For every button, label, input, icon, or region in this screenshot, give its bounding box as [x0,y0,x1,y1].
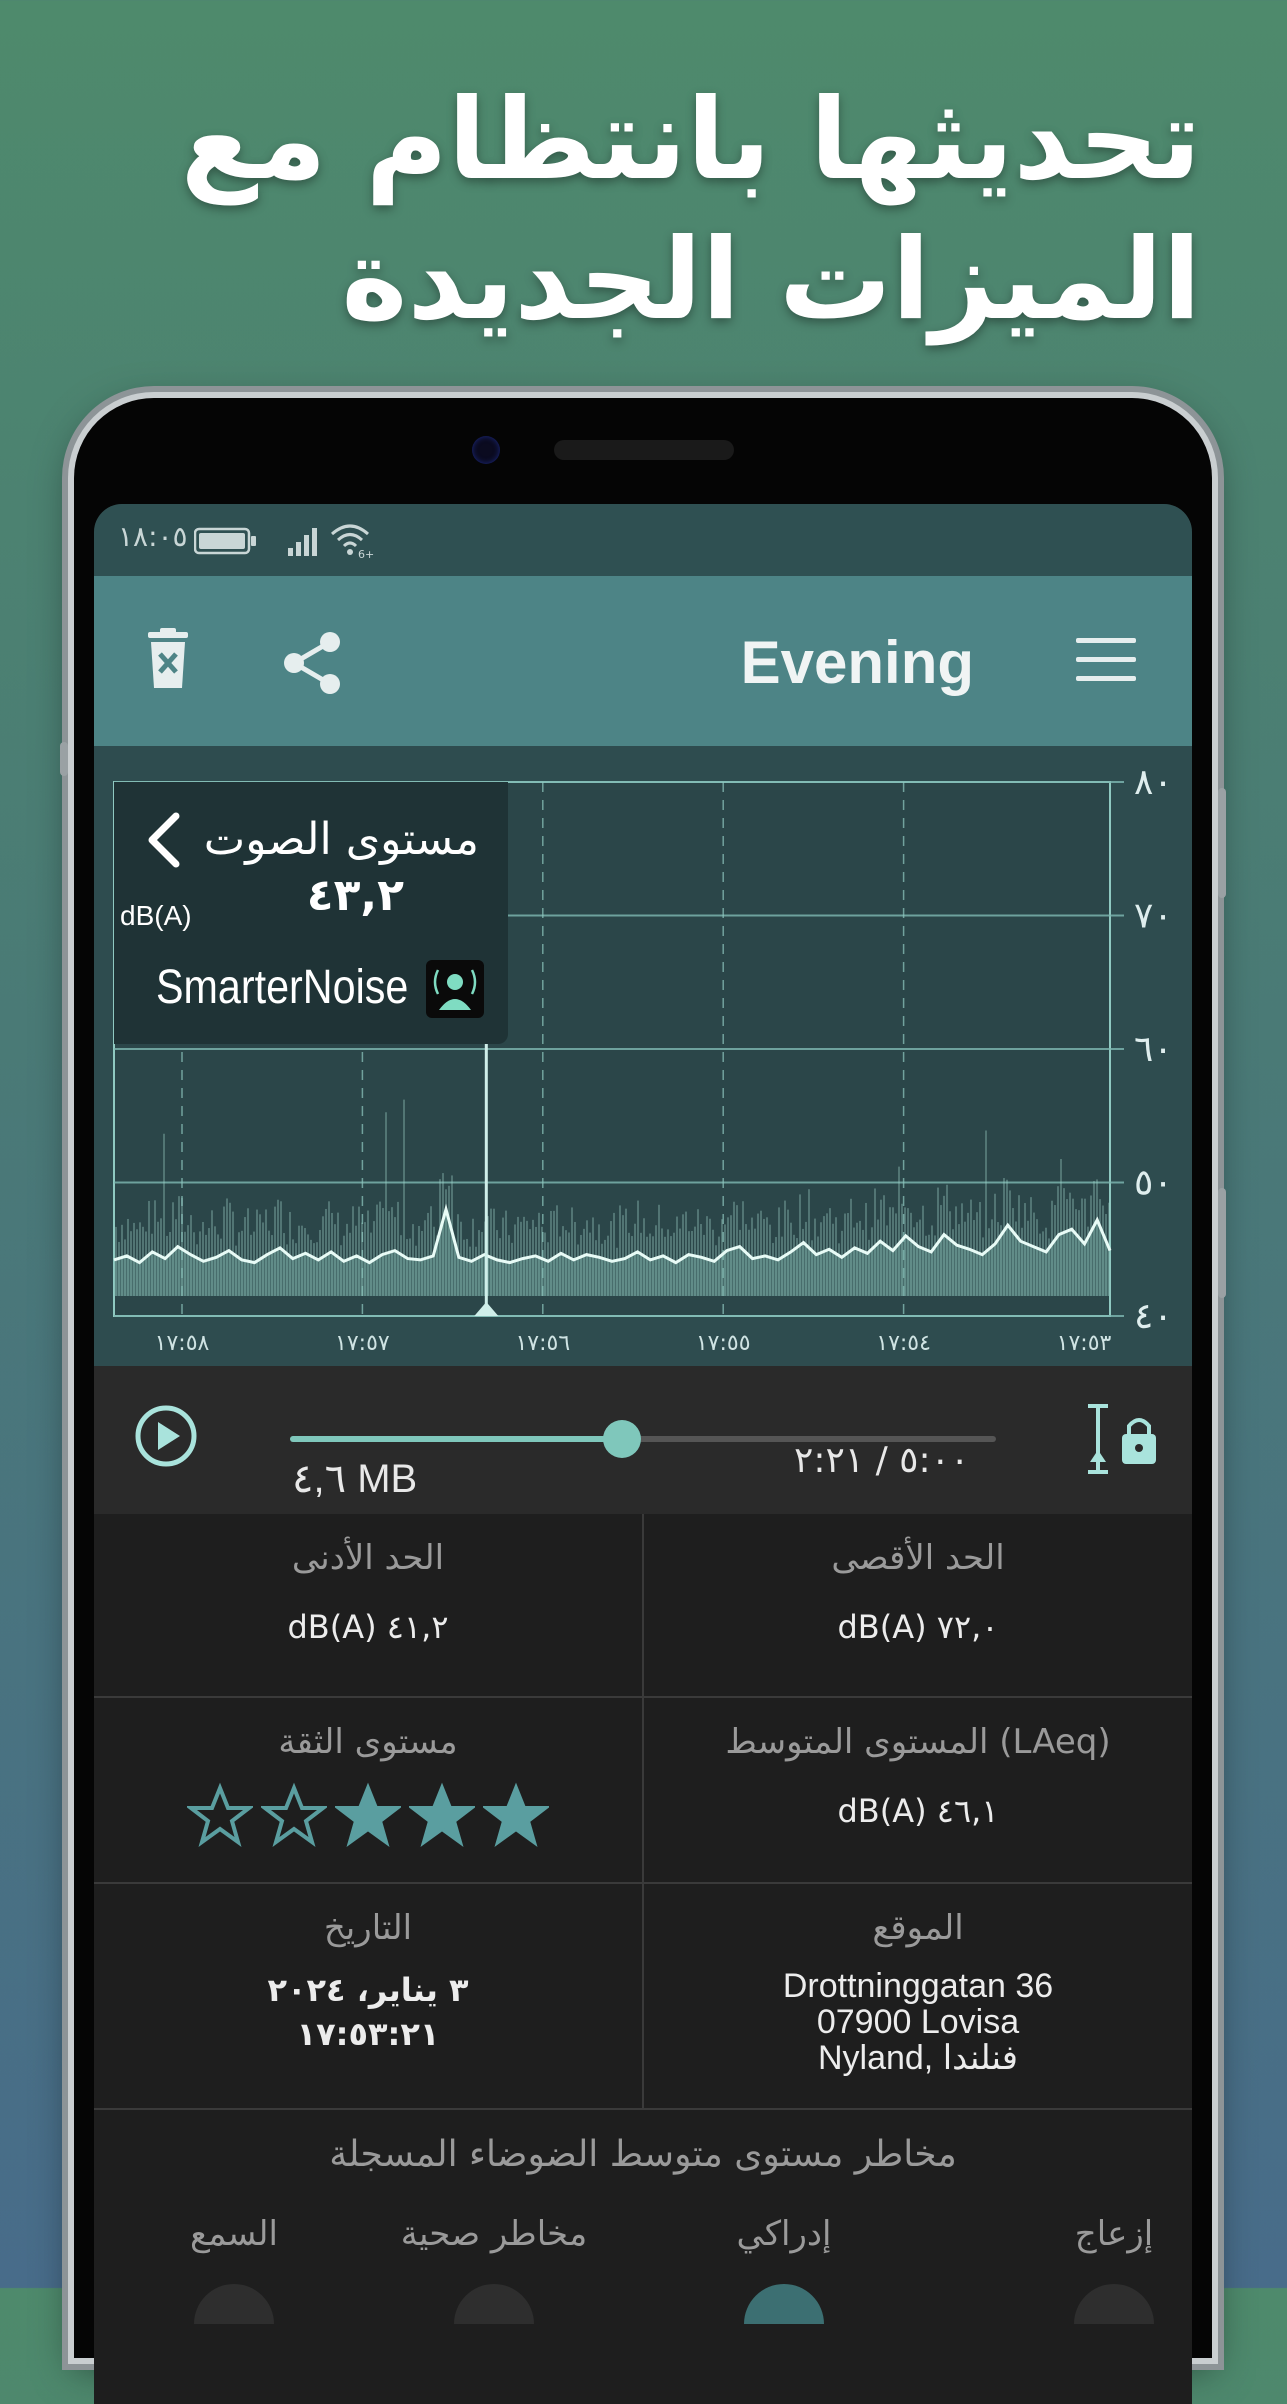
playback-bar: ٤,٦ MB ٥:٠٠ / ٢:٢١ [94,1366,1192,1514]
wifi-icon: 6+ [331,524,374,560]
phone-volume-button [1218,788,1226,898]
menu-icon[interactable] [1076,638,1136,682]
brand-name: SmarterNoise [156,961,409,1014]
svg-text:6+: 6+ [358,548,374,560]
sound-level-overlay: مستوى الصوت ٤٣,٢ dB(A) SmarterNoise [114,782,508,1044]
trash-icon[interactable] [144,628,192,690]
status-bar: ١٨:٠٥ 6+ [94,504,1192,576]
x-tick-label: ١٧:٥٦ [515,1331,570,1356]
risk-annoyance-indicator [1074,2284,1154,2324]
x-tick-label: ١٧:٥٧ [335,1331,390,1356]
max-level-value: dB(A) ٧٢,٠ [837,1608,999,1646]
risk-hearing-indicator [194,2284,274,2324]
location-line-3: Nyland, فنلندا [817,2039,1019,2077]
recording-title: Evening [740,629,974,696]
y-tick-label: ٨٠ [1134,762,1173,803]
date-label: التاريخ [323,1908,413,1948]
risk-annoyance-label: إزعاج [1074,2214,1154,2254]
share-icon[interactable] [282,630,344,696]
location-line-2: 07900 Lovisa [816,2003,1020,2041]
x-tick-label: ١٧:٥٨ [155,1331,210,1356]
y-tick-label: ٥٠ [1134,1163,1173,1204]
average-level-label: المستوى المتوسط (LAeq) [725,1722,1111,1762]
app-toolbar: Evening [94,576,1192,746]
phone-side-button [60,742,68,776]
risk-health-indicator [454,2284,534,2324]
headline-line-2: الميزات الجديدة [341,215,1201,345]
average-level-cell: المستوى المتوسط (LAeq) dB(A) ٤٦,١ [644,1722,1192,1830]
min-level-cell: الحد الأدنى dB(A) ٤١,٢ [94,1538,642,1646]
max-level-label: الحد الأقصى [831,1538,1005,1578]
phone-frame: ١٨:٠٥ 6+ Evening ٤٠ ٥٠ ٦٠ ٧٠ ٨٠ ١٧:٥٨ ١٧… [60,398,1226,2404]
x-tick-label: ١٧:٥٥ [696,1331,751,1356]
playback-time: ٥:٠٠ / ٢:٢١ [794,1440,970,1481]
date-cell: التاريخ ٣ يناير، ٢٠٢٤ ١٧:٥٣:٢١ [94,1908,642,2056]
brand-logo-icon [426,960,484,1018]
star-filled-icon [409,1782,475,1848]
seek-thumb[interactable] [602,1420,641,1458]
confidence-cell: مستوى الثقة [94,1722,642,1848]
stats-divider-1 [94,1696,1192,1698]
status-time: ١٨:٠٥ [118,520,188,553]
headline: تحديثها بانتظام مع الميزات الجديدة [51,70,1201,350]
x-tick-label: ١٧:٥٣ [1057,1331,1112,1356]
app-screen: ١٨:٠٥ 6+ Evening ٤٠ ٥٠ ٦٠ ٧٠ ٨٠ ١٧:٥٨ ١٧… [94,504,1192,2404]
lock-range-icon[interactable] [1084,1402,1164,1476]
min-level-label: الحد الأدنى [291,1538,445,1578]
star-outline-icon [187,1782,253,1848]
seek-progress [290,1436,622,1442]
x-tick-label: ١٧:٥٤ [876,1331,931,1356]
risk-hearing-label: السمع [190,2214,278,2254]
y-tick-label: ٤٠ [1134,1296,1173,1337]
star-outline-icon [261,1782,327,1848]
earpiece [554,440,734,460]
date-line-2: ١٧:٥٣:٢١ [296,2015,440,2053]
min-level-value: dB(A) ٤١,٢ [287,1608,449,1646]
front-camera [472,436,500,464]
average-level-value: dB(A) ٤٦,١ [837,1792,999,1830]
signal-icon [288,528,317,556]
sound-level-label: مستوى الصوت [203,814,479,865]
phone-power-button [1218,1188,1226,1298]
file-size: ٤,٦ MB [292,1457,418,1501]
sound-level-unit: dB(A) [120,900,192,931]
y-tick-label: ٦٠ [1134,1029,1173,1070]
y-tick-label: ٧٠ [1134,896,1173,937]
date-line-1: ٣ يناير، ٢٠٢٤ [267,1971,469,2009]
play-icon[interactable] [134,1404,198,1468]
star-filled-icon [483,1782,549,1848]
risk-cognitive-indicator [744,2284,824,2324]
risk-section-title: مخاطر مستوى متوسط الضوضاء المسجلة [329,2134,957,2175]
star-filled-icon [335,1782,401,1848]
headline-line-1: تحديثها بانتظام مع [180,75,1201,205]
battery-icon [194,527,256,555]
stats-divider-3 [94,2108,1192,2110]
confidence-label: مستوى الثقة [278,1722,458,1762]
max-level-cell: الحد الأقصى dB(A) ٧٢,٠ [644,1538,1192,1646]
stats-divider-2 [94,1882,1192,1884]
risk-cognitive-label: إدراكي [736,2214,832,2254]
confidence-stars [94,1782,642,1848]
location-cell: الموقع Drottninggatan 36 07900 Lovisa Ny… [644,1908,1192,2076]
location-label: الموقع [872,1908,964,1948]
location-line-1: Drottninggatan 36 [782,1967,1054,2005]
risk-health-label: مخاطر صحية [400,2214,588,2254]
